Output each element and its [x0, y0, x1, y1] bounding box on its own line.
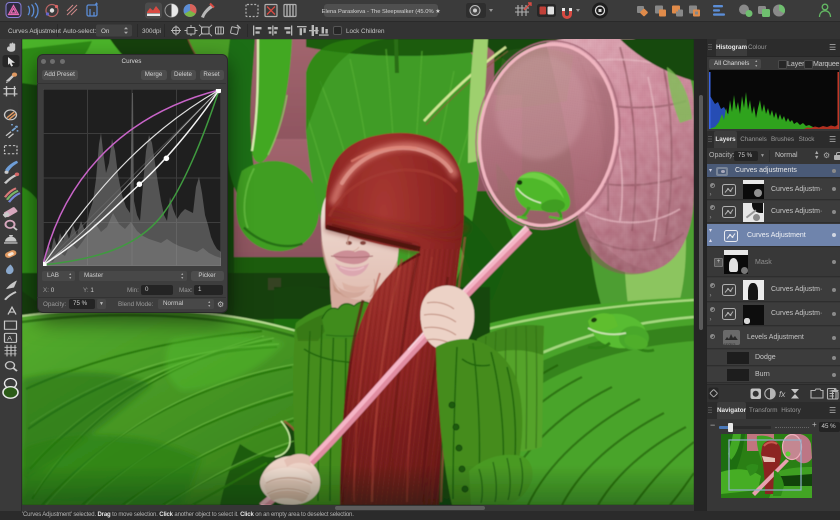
svg-text:Auto-select:: Auto-select:	[63, 28, 96, 35]
svg-text:fx: fx	[779, 390, 786, 399]
svg-text:Elena Paraskeva - The Sleepwal: Elena Paraskeva - The Sleepwalker (45.0%…	[322, 8, 441, 15]
svg-text:A: A	[7, 334, 12, 342]
svg-text:Lock Children: Lock Children	[346, 28, 385, 35]
svg-text:Curves Adjustment: Curves Adjustment	[8, 28, 61, 35]
svg-text:On: On	[101, 28, 110, 35]
svg-text:300dpi: 300dpi	[142, 28, 161, 35]
